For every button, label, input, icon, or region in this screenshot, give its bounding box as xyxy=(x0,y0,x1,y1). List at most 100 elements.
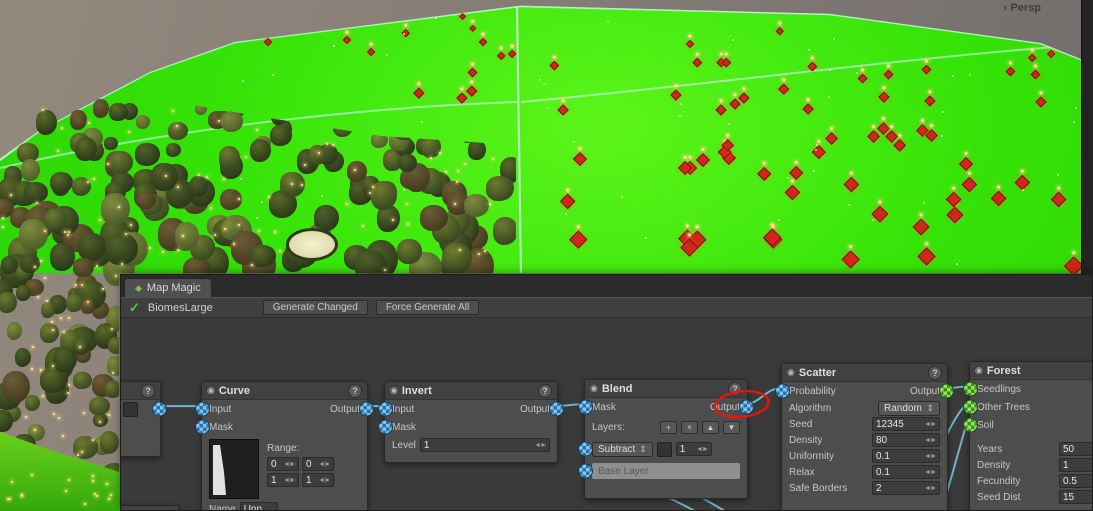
seed-dist-field[interactable]: 15◄► xyxy=(1059,490,1092,504)
node-invert[interactable]: ◉ Invert ? Input Output Mask Level 1 ◄► xyxy=(378,381,564,463)
forest-seedlings-port[interactable] xyxy=(963,381,978,397)
soil-port-label: Soil xyxy=(977,419,994,431)
fecundity-field[interactable]: 0.5◄► xyxy=(1059,474,1092,488)
node-header[interactable]: ◉ Invert ? xyxy=(385,382,557,400)
help-icon[interactable]: ? xyxy=(348,383,362,398)
tab-map-magic[interactable]: ◆ Map Magic xyxy=(124,278,212,297)
layer1-value-field[interactable]: 1 ◄► xyxy=(675,442,712,456)
node-header[interactable]: ? xyxy=(121,382,160,400)
node-header[interactable]: ◉ xyxy=(121,506,178,510)
grass-sparkle xyxy=(96,495,98,498)
node-title: Scatter xyxy=(798,366,837,379)
curve-mask-port[interactable] xyxy=(195,419,210,435)
seed-field[interactable]: 12345 ◄► xyxy=(872,417,940,431)
node-title: Forest xyxy=(986,364,1021,377)
output-port[interactable] xyxy=(152,401,167,417)
window-tab-bar: ◆ Map Magic xyxy=(121,275,1092,297)
check-icon: ✓ xyxy=(129,300,140,315)
node-partial-left[interactable]: ? xyxy=(121,381,167,457)
value: 1 xyxy=(1063,459,1069,471)
grass-sparkle xyxy=(7,498,10,501)
value: 12345 xyxy=(876,418,904,430)
density-label: Density xyxy=(789,434,823,446)
output-port-label: Output xyxy=(709,401,740,413)
range-max-in[interactable]: 1 ◄► xyxy=(267,473,299,487)
preview-thumb xyxy=(123,401,138,417)
years-field[interactable]: 50◄► xyxy=(1059,442,1092,456)
curve-output-port[interactable] xyxy=(359,401,374,417)
scatter-output-port[interactable] xyxy=(939,383,954,399)
node-forest[interactable]: ◉ Forest ? Seedlings Trees Other Trees S… xyxy=(963,361,1092,510)
help-icon[interactable]: ? xyxy=(728,381,742,396)
range-min-in[interactable]: 0 ◄► xyxy=(267,457,299,471)
node-partial-bottom[interactable]: ◉ xyxy=(121,505,179,510)
value: 1 xyxy=(679,443,686,455)
blend-layer2-port[interactable] xyxy=(578,463,593,479)
force-generate-all-button[interactable]: Force Generate All xyxy=(375,300,480,315)
safe-borders-label: Safe Borders xyxy=(789,482,848,494)
invert-mask-port[interactable] xyxy=(378,419,393,435)
curve-input-port[interactable] xyxy=(195,401,210,417)
mask-port-label: Mask xyxy=(209,421,233,433)
generate-changed-button[interactable]: Generate Changed xyxy=(262,300,368,315)
node-header[interactable]: ◉ Scatter ? xyxy=(782,364,947,382)
drag-arrows-icon: ◄► xyxy=(924,484,937,492)
value: 0 xyxy=(306,458,312,470)
blend-output-port[interactable] xyxy=(739,399,754,415)
forest-other-trees-port[interactable] xyxy=(963,399,978,415)
name-field[interactable]: Unn xyxy=(239,502,278,510)
density-field[interactable]: 80 ◄► xyxy=(872,433,940,447)
grass-sparkle xyxy=(83,502,86,505)
value: 1 xyxy=(271,474,277,486)
years-label: Years xyxy=(977,443,1003,455)
algorithm-label: Algorithm xyxy=(789,402,832,414)
layer-down-button[interactable]: ▼ xyxy=(723,420,740,434)
layer-up-button[interactable]: ▲ xyxy=(702,420,719,434)
drag-arrows-icon: ◄► xyxy=(534,441,547,449)
layer-add-button[interactable]: + xyxy=(660,420,677,434)
node-header[interactable]: ◉ Blend ? xyxy=(585,380,747,398)
drag-arrows-icon: ◄► xyxy=(924,452,937,460)
range-min-out[interactable]: 0 ◄► xyxy=(302,457,334,471)
level-field[interactable]: 1 ◄► xyxy=(419,438,550,452)
scatter-probability-port[interactable] xyxy=(775,383,790,399)
help-icon[interactable]: ? xyxy=(141,383,155,398)
base-layer-row[interactable]: Base Layer xyxy=(592,463,740,479)
grass-sparkle xyxy=(92,475,95,478)
persp-arrow-icon: ‹ xyxy=(1003,2,1008,14)
scene-scrollbar[interactable] xyxy=(1081,0,1093,274)
help-icon[interactable]: ? xyxy=(928,365,942,380)
relax-field[interactable]: 0.1 ◄► xyxy=(872,465,940,479)
view-mode-label[interactable]: ‹ Persp xyxy=(1004,2,1041,14)
uniformity-label: Uniformity xyxy=(789,450,835,462)
layer-remove-button[interactable]: × xyxy=(681,420,698,434)
blend-layer1-port[interactable] xyxy=(578,441,593,457)
level-label: Level xyxy=(392,439,416,451)
value: 0.5 xyxy=(1063,475,1077,487)
node-title: Curve xyxy=(218,384,251,397)
density-label: Density xyxy=(977,459,1011,471)
range-max-out[interactable]: 1 ◄► xyxy=(302,473,334,487)
node-gizmo-icon: ◉ xyxy=(975,365,983,375)
uniformity-field[interactable]: 0.1 ◄► xyxy=(872,449,940,463)
value: 0.1 xyxy=(876,466,890,478)
node-curve[interactable]: ◉ Curve ? Input Output Mask Range: 0 ◄► … xyxy=(195,381,374,510)
node-scatter[interactable]: ◉ Scatter ? Probability Output Algorithm… xyxy=(775,363,954,510)
grass-sparkle xyxy=(91,480,94,483)
drag-arrows-icon: ◄► xyxy=(924,468,937,476)
invert-input-port[interactable] xyxy=(378,401,393,417)
node-graph-canvas[interactable]: ? ◉ ◉ Curve ? xyxy=(121,318,1092,510)
algorithm-dropdown[interactable]: Random ⇕ xyxy=(878,400,940,416)
blend-mask-port[interactable] xyxy=(578,399,593,415)
forest-soil-port[interactable] xyxy=(963,417,978,433)
seedlings-port-label: Seedlings xyxy=(977,383,1021,395)
curve-editor[interactable] xyxy=(209,439,259,499)
node-blend[interactable]: ◉ Blend ? Mask Output Layers: + × ▲ ▼ Su… xyxy=(578,379,754,499)
forest-density-field[interactable]: 1◄► xyxy=(1059,458,1092,472)
invert-output-port[interactable] xyxy=(549,401,564,417)
safe-borders-field[interactable]: 2 ◄► xyxy=(872,481,940,495)
help-icon[interactable]: ? xyxy=(538,383,552,398)
node-header[interactable]: ◉ Curve ? xyxy=(202,382,367,400)
node-header[interactable]: ◉ Forest ? xyxy=(970,362,1092,380)
blend-mode-dropdown[interactable]: Subtract ⇕ xyxy=(592,441,653,457)
